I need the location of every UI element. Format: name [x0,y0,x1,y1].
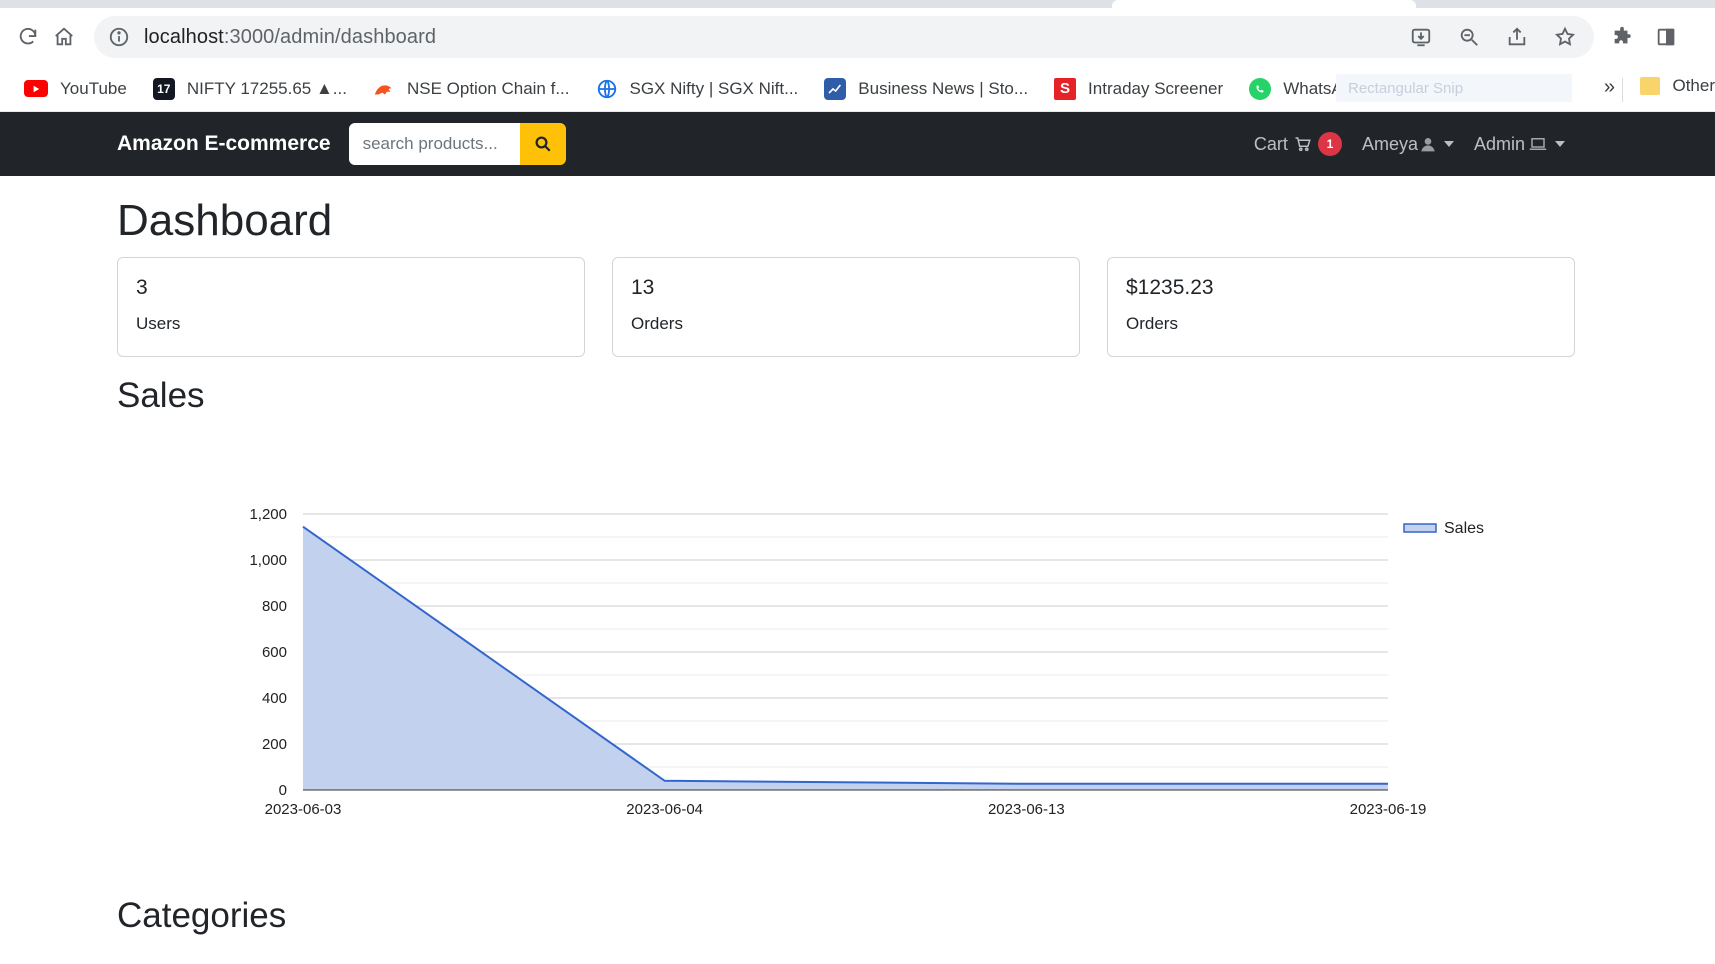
search-input[interactable] [348,123,520,165]
bookmark-sgx-nifty[interactable]: SGX Nifty | SGX Nift... [596,78,799,100]
chart-icon [824,77,847,100]
chevron-down-icon [1555,141,1565,147]
install-icon[interactable] [1404,20,1438,54]
active-tab[interactable] [1112,0,1416,8]
sales-heading: Sales [117,376,205,415]
cart-label: Cart [1253,133,1288,154]
search-icon [535,136,551,152]
user-dropdown[interactable]: Ameya [1362,134,1454,155]
screener-icon: S [1054,77,1077,100]
nse-icon [373,78,395,100]
zoom-icon[interactable] [1452,20,1486,54]
address-bar[interactable]: localhost:3000/admin/dashboard [94,16,1594,58]
snip-tooltip: Rectangular Snip [1336,74,1572,102]
bookmark-label: NIFTY 17255.65 ▲... [186,78,347,98]
sales-chart: 0 200 400 600 800 1,000 1,200 2023-06-03 2023-06… [249,506,1484,818]
x-tick-label: 2023-06-13 [988,801,1065,818]
other-bookmarks-label: Other [1672,76,1715,95]
x-tick-label: 2023-06-19 [1350,801,1427,818]
bookmark-youtube[interactable]: YouTube [24,79,127,99]
bookmark-intraday-screener[interactable]: S Intraday Screener [1054,77,1224,100]
orders-total-card: $1235.23 Orders [1107,257,1575,357]
url-text[interactable]: localhost:3000/admin/dashboard [144,26,1404,49]
bookmark-business-news[interactable]: Business News | Sto... [824,77,1029,100]
card-label: Orders [1126,314,1178,333]
app-navbar: Amazon E-commerce Cart 1 Ameya Admin [0,112,1715,176]
user-icon [1421,138,1435,152]
categories-heading: Categories [117,896,287,935]
cart-link[interactable]: Cart 1 [1254,132,1342,156]
bookmarks-overflow-icon[interactable]: » [1604,76,1615,99]
y-tick-label: 600 [262,644,287,661]
legend-swatch [1403,523,1437,533]
home-icon[interactable] [46,19,82,55]
bookmark-label: YouTube [60,78,127,98]
admin-dropdown[interactable]: Admin [1474,134,1565,155]
card-value: 13 [631,276,655,299]
users-card: 3 Users [117,257,585,357]
reload-icon[interactable] [10,19,46,55]
chevron-down-icon [1443,141,1454,147]
page-title: Dashboard [117,196,333,245]
bookmark-label: Intraday Screener [1088,78,1224,98]
tab-strip [0,0,1715,8]
card-value: $1235.23 [1126,276,1214,299]
x-tick-label: 2023-06-03 [265,801,342,818]
bookmark-label: NSE Option Chain f... [406,78,570,98]
y-tick-label: 400 [262,690,287,707]
admin-label: Admin [1473,133,1525,154]
globe-icon [596,78,618,100]
legend-label: Sales [1444,520,1484,537]
user-label: Ameya [1361,133,1418,154]
extensions-icon[interactable] [1604,19,1640,55]
share-icon[interactable] [1500,20,1534,54]
youtube-icon [24,80,48,97]
card-label: Users [136,314,181,333]
bookmarks-separator [1622,78,1623,102]
browser-toolbar: localhost:3000/admin/dashboard [0,8,1715,66]
card-label: Orders [631,314,683,333]
side-panel-icon[interactable] [1648,19,1684,55]
summary-cards: 3 Users 13 Orders $1235.23 Orders [117,257,1575,357]
tradingview-icon: 17 [152,77,175,100]
search-form [348,123,566,165]
sales-area [303,526,1388,790]
bookmark-label: SGX Nifty | SGX Nift... [629,78,799,98]
y-tick-label: 200 [262,736,287,753]
y-tick-label: 800 [262,598,287,615]
nav-right: Cart 1 Ameya Admin [1254,112,1565,176]
folder-icon [1640,77,1661,95]
cart-icon [1295,137,1311,152]
other-bookmarks-folder[interactable]: Other [1640,76,1715,96]
x-tick-label: 2023-06-04 [626,801,703,818]
bookmark-nifty[interactable]: 17 NIFTY 17255.65 ▲... [152,77,347,100]
y-tick-label: 1,000 [249,552,287,569]
laptop-icon [1529,138,1547,150]
site-info-icon[interactable] [108,26,130,48]
card-value: 3 [136,276,148,299]
brand-link[interactable]: Amazon E-commerce [117,132,331,156]
bookmarks-bar: YouTube 17 NIFTY 17255.65 ▲... NSE Optio… [0,66,1715,112]
whatsapp-icon [1249,77,1272,100]
y-tick-label: 0 [279,782,287,799]
y-tick-label: 1,200 [249,506,287,523]
cart-count-badge: 1 [1317,132,1342,156]
bookmark-nse-option-chain[interactable]: NSE Option Chain f... [373,78,570,100]
orders-count-card: 13 Orders [612,257,1080,357]
search-button[interactable] [519,123,566,165]
bookmark-star-icon[interactable] [1548,20,1582,54]
bookmark-label: Business News | Sto... [858,78,1029,98]
